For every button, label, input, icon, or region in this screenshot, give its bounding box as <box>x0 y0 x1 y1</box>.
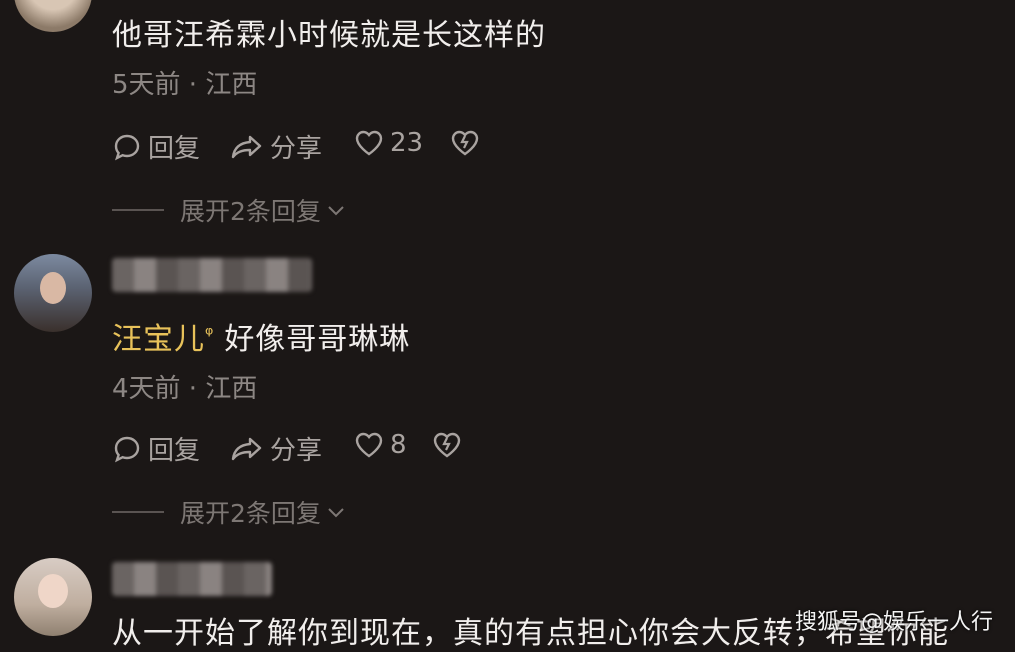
dislike-button[interactable] <box>450 128 486 158</box>
expand-label: 展开2条回复 <box>180 197 321 226</box>
avatar-face <box>38 574 68 608</box>
share-button[interactable]: 分享 <box>230 430 322 467</box>
reply-button[interactable]: 回复 <box>112 430 200 467</box>
like-count: 23 <box>390 128 424 158</box>
like-button[interactable]: 8 <box>354 430 407 460</box>
avatar-face <box>40 272 66 304</box>
divider <box>112 511 164 513</box>
broken-heart-icon <box>451 130 479 156</box>
divider <box>112 209 164 211</box>
share-label: 分享 <box>270 436 323 466</box>
search-icon[interactable]: ᵠ <box>205 322 214 346</box>
heart-icon <box>355 130 383 156</box>
comment-text: 汪宝儿ᵠ 好像哥哥琳琳 <box>112 314 410 358</box>
comment-body: 好像哥哥琳琳 <box>224 322 411 357</box>
like-count: 8 <box>390 430 407 460</box>
mention-name[interactable]: 汪宝儿 <box>112 322 205 357</box>
username-blurred[interactable] <box>112 258 312 292</box>
reply-icon <box>114 134 140 160</box>
comment-meta: 4天前 · 江西 <box>112 374 258 404</box>
chevron-down-icon <box>328 508 344 518</box>
avatar[interactable] <box>14 558 92 636</box>
reply-label: 回复 <box>148 436 201 466</box>
expand-label: 展开2条回复 <box>180 499 321 528</box>
share-label: 分享 <box>270 134 323 164</box>
expand-replies[interactable]: 展开2条回复 <box>112 192 347 228</box>
like-button[interactable]: 23 <box>354 128 423 158</box>
share-icon <box>231 437 262 460</box>
avatar[interactable] <box>14 0 92 32</box>
username-blurred[interactable] <box>112 562 272 596</box>
share-button[interactable]: 分享 <box>230 128 322 165</box>
chevron-down-icon <box>328 206 344 216</box>
comment-text: 他哥汪希霖小时候就是长这样的 <box>112 18 546 53</box>
comment-meta: 5天前 · 江西 <box>112 70 258 100</box>
avatar[interactable] <box>14 254 92 332</box>
reply-icon <box>114 436 140 462</box>
dislike-button[interactable] <box>432 430 468 460</box>
reply-button[interactable]: 回复 <box>112 128 200 165</box>
share-icon <box>231 135 262 158</box>
heart-icon <box>355 432 383 458</box>
broken-heart-icon <box>433 432 461 458</box>
expand-replies[interactable]: 展开2条回复 <box>112 494 347 530</box>
reply-label: 回复 <box>148 134 201 164</box>
watermark: 搜狐号@娱乐一人行 <box>794 610 993 635</box>
